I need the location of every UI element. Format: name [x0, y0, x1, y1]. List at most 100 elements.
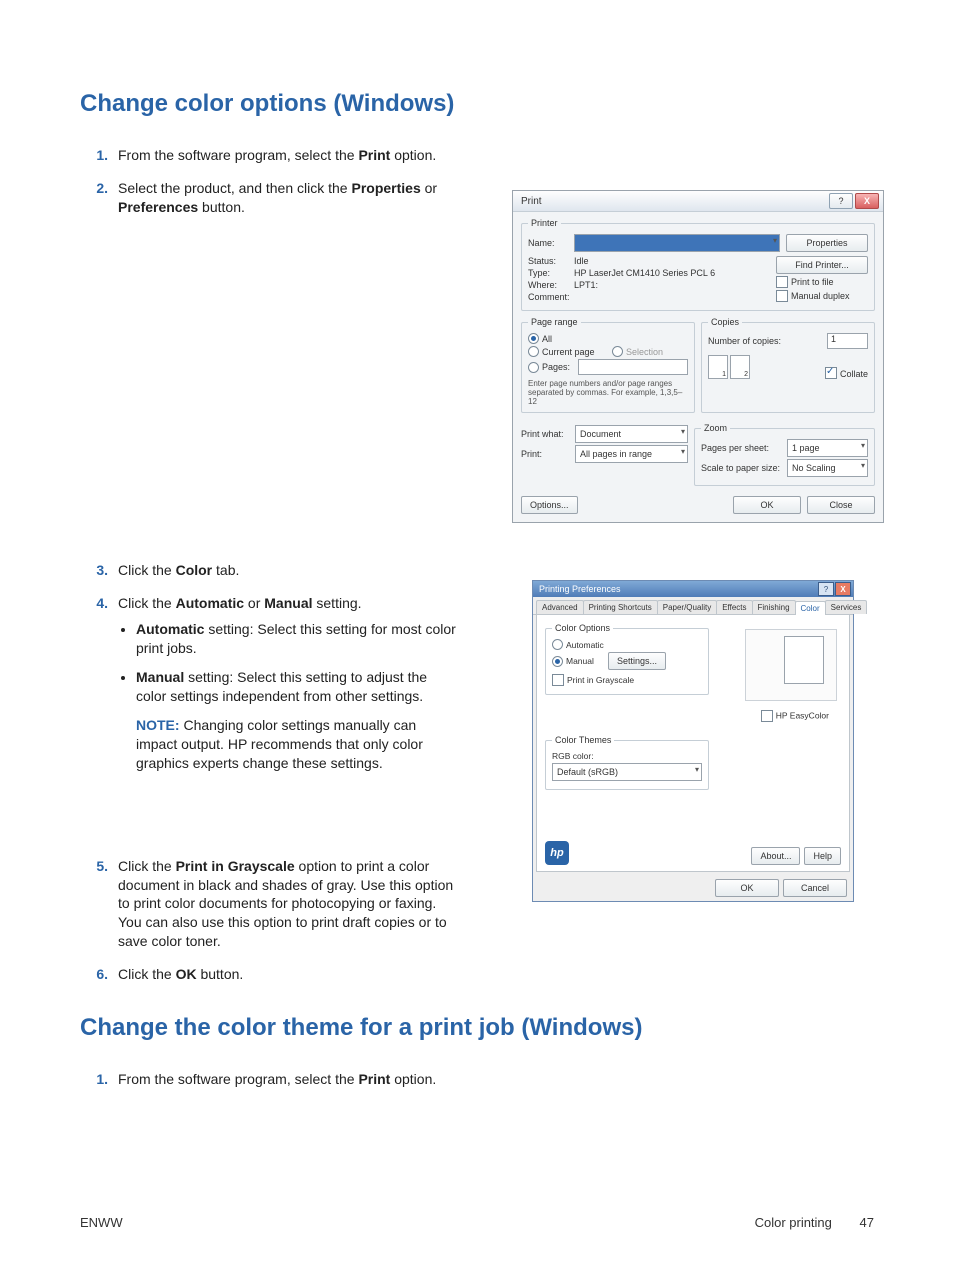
- manual-duplex-label: Manual duplex: [791, 291, 850, 301]
- step-text: From the software program, select the Pr…: [118, 1070, 460, 1089]
- current-page-radio[interactable]: [528, 346, 539, 357]
- page-number: 47: [860, 1215, 874, 1230]
- bold-preferences: Preferences: [118, 199, 198, 215]
- where-value: LPT1:: [574, 280, 598, 290]
- hp-logo-icon: hp: [545, 841, 569, 865]
- comment-label: Comment:: [528, 292, 574, 302]
- grayscale-checkbox[interactable]: [552, 674, 564, 686]
- pages-input[interactable]: [578, 359, 688, 375]
- print-to-file-label: Print to file: [791, 277, 834, 287]
- tab-finishing[interactable]: Finishing: [752, 600, 796, 614]
- color-themes-fieldset: Color Themes RGB color: Default (sRGB): [545, 735, 709, 790]
- footer-right: Color printing 47: [755, 1215, 874, 1230]
- all-label: All: [542, 334, 552, 344]
- step-text-part: Click the: [118, 595, 176, 611]
- heading-change-color-theme: Change the color theme for a print job (…: [80, 1014, 874, 1042]
- print-label: Print:: [521, 449, 575, 459]
- step-number: 3.: [80, 561, 118, 580]
- footer-section: Color printing: [755, 1215, 832, 1230]
- automatic-radio[interactable]: [552, 639, 563, 650]
- close-button[interactable]: Close: [807, 496, 875, 514]
- close-window-button[interactable]: X: [835, 582, 851, 596]
- zoom-fieldset: Zoom Pages per sheet:1 page Scale to pap…: [694, 423, 875, 486]
- bullet-manual: Manual setting: Select this setting to a…: [136, 668, 460, 772]
- ok-button[interactable]: OK: [733, 496, 801, 514]
- current-page-label: Current page: [542, 347, 612, 357]
- copies-fieldset: Copies Number of copies:1 Collate: [701, 317, 875, 413]
- step-text-part: Click the: [118, 966, 176, 982]
- step-text: Click the OK button.: [118, 965, 460, 984]
- tab-paper-quality[interactable]: Paper/Quality: [657, 600, 717, 614]
- step-text: Click the Automatic or Manual setting. A…: [118, 594, 460, 783]
- note-block: NOTE: Changing color settings manually c…: [136, 716, 460, 773]
- pages-per-sheet-select[interactable]: 1 page: [787, 439, 868, 457]
- status-label: Status:: [528, 256, 574, 266]
- tab-advanced[interactable]: Advanced: [536, 600, 584, 614]
- help-window-button[interactable]: ?: [818, 582, 834, 596]
- close-window-button[interactable]: X: [855, 193, 879, 209]
- printing-preferences-screenshot: Printing Preferences ? X Advanced Printi…: [532, 580, 854, 902]
- easycolor-label: HP EasyColor: [776, 710, 829, 720]
- printer-name-select[interactable]: [574, 234, 780, 252]
- step-text-part: or: [244, 595, 264, 611]
- bold-print: Print: [358, 1071, 390, 1087]
- steps-list-a-continued: 3. Click the Color tab. 4. Click the Aut…: [80, 561, 460, 783]
- printer-fieldset: Printer Name: Properties Status:Idle Typ…: [521, 218, 875, 311]
- tab-services[interactable]: Services: [825, 600, 868, 614]
- print-select[interactable]: All pages in range: [575, 445, 688, 463]
- step-text: From the software program, select the Pr…: [118, 146, 460, 165]
- num-copies-label: Number of copies:: [708, 336, 827, 346]
- step-number: 6.: [80, 965, 118, 984]
- step-text-part: setting.: [313, 595, 362, 611]
- heading-change-color-options: Change color options (Windows): [80, 90, 874, 118]
- zoom-legend: Zoom: [701, 423, 730, 433]
- about-button[interactable]: About...: [751, 847, 800, 865]
- settings-button[interactable]: Settings...: [608, 652, 666, 670]
- rgb-color-select[interactable]: Default (sRGB): [552, 763, 702, 781]
- pages-radio[interactable]: [528, 362, 539, 373]
- copies-spinner[interactable]: 1: [827, 333, 868, 349]
- dialog-title: Print: [521, 196, 827, 207]
- help-button[interactable]: Help: [804, 847, 841, 865]
- prefs-tabs: Advanced Printing Shortcuts Paper/Qualit…: [533, 597, 853, 615]
- color-themes-legend: Color Themes: [552, 735, 614, 745]
- print-to-file-checkbox[interactable]: [776, 276, 788, 288]
- cancel-button[interactable]: Cancel: [783, 879, 847, 897]
- step-text-part: From the software program, select the: [118, 1071, 358, 1087]
- scale-select[interactable]: No Scaling: [787, 459, 868, 477]
- page-range-legend: Page range: [528, 317, 581, 327]
- page-preview: [745, 629, 837, 701]
- tab-color[interactable]: Color: [795, 601, 826, 615]
- help-window-button[interactable]: ?: [829, 193, 853, 209]
- tab-printing-shortcuts[interactable]: Printing Shortcuts: [583, 600, 658, 614]
- options-button[interactable]: Options...: [521, 496, 578, 514]
- manual-duplex-checkbox[interactable]: [776, 290, 788, 302]
- step-text-part: Click the: [118, 562, 176, 578]
- name-label: Name:: [528, 238, 574, 248]
- manual-label: Manual: [566, 656, 608, 666]
- pages-per-sheet-label: Pages per sheet:: [701, 443, 787, 453]
- bold-automatic: Automatic: [176, 595, 244, 611]
- steps-list-b: 1. From the software program, select the…: [80, 1070, 460, 1089]
- pages-label: Pages:: [542, 362, 578, 372]
- tab-effects[interactable]: Effects: [716, 600, 752, 614]
- steps-list-a: 1. From the software program, select the…: [80, 146, 460, 217]
- find-printer-button[interactable]: Find Printer...: [776, 256, 868, 274]
- print-dialog-screenshot: Print ? X Printer Name: Properties Statu…: [512, 190, 884, 523]
- manual-radio[interactable]: [552, 656, 563, 667]
- selection-radio[interactable]: [612, 346, 623, 357]
- ok-button[interactable]: OK: [715, 879, 779, 897]
- all-radio[interactable]: [528, 333, 539, 344]
- easycolor-checkbox[interactable]: [761, 710, 773, 722]
- footer-left: ENWW: [80, 1215, 123, 1230]
- bold-ok: OK: [176, 966, 197, 982]
- step-number: 1.: [80, 1070, 118, 1089]
- properties-button[interactable]: Properties: [786, 234, 868, 252]
- steps-list-a-continued2: 5. Click the Print in Grayscale option t…: [80, 857, 460, 984]
- collate-label: Collate: [840, 369, 868, 379]
- print-what-select[interactable]: Document: [575, 425, 688, 443]
- bold-automatic: Automatic: [136, 621, 204, 637]
- collate-checkbox[interactable]: [825, 367, 837, 379]
- page-range-fieldset: Page range All Current page Selection Pa…: [521, 317, 695, 413]
- step-number: 4.: [80, 594, 118, 783]
